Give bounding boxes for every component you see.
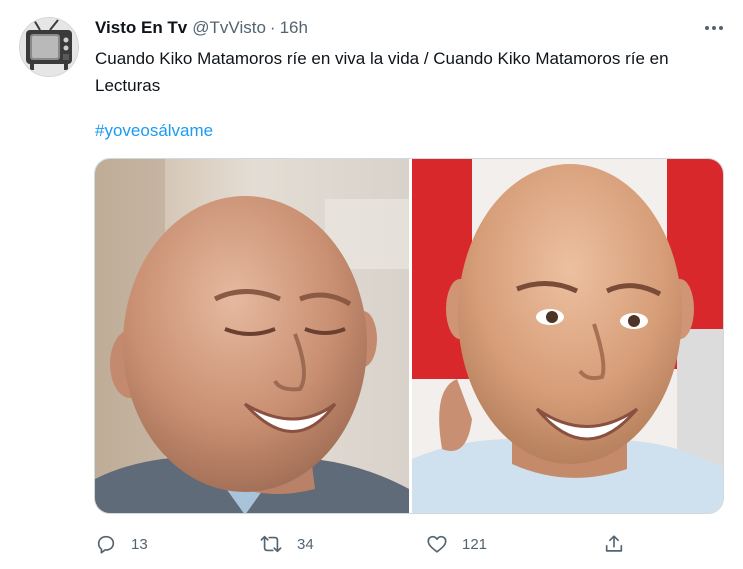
retweet-icon [260,535,282,553]
reply-button[interactable]: 13 [95,530,148,558]
avatar[interactable] [19,17,79,77]
tv-avatar-icon [20,18,78,76]
hashtag-link[interactable]: #yoveosálvame [95,121,213,141]
photo-laughing-man-left[interactable] [95,159,409,513]
author-handle[interactable]: @TvVisto [192,18,266,38]
reply-count: 13 [131,535,148,553]
like-count: 121 [462,535,488,553]
more-horizontal-icon [705,26,723,30]
share-icon [605,535,623,552]
separator-dot: · [269,18,276,37]
tweet-timestamp[interactable]: 16h [280,18,308,38]
tweet-text: Cuando Kiko Matamoros ríe en viva la vid… [95,49,669,95]
tweet-actions: 13 34 121 [95,530,735,558]
tweet-card[interactable]: Visto En Tv @TvVisto · 16h Cuando Kiko M… [0,0,743,569]
retweet-count: 34 [297,535,314,553]
tweet-header: Visto En Tv @TvVisto · 16h [95,18,308,40]
reply-icon [97,535,115,554]
author-name[interactable]: Visto En Tv [95,18,187,38]
more-options-button[interactable] [700,16,728,40]
like-button[interactable]: 121 [426,530,487,558]
photo-smiling-man-right[interactable] [412,159,723,513]
tweet-media[interactable] [94,158,724,514]
retweet-button[interactable]: 34 [259,530,314,558]
share-button[interactable] [603,530,625,558]
heart-icon [427,535,447,553]
